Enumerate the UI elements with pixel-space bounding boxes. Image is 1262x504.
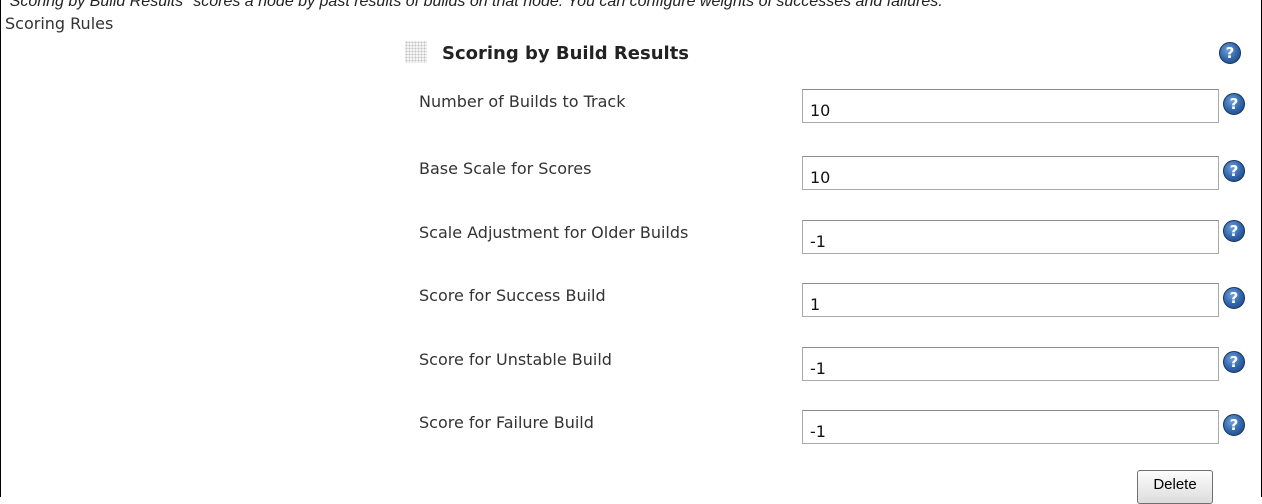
section-label: Scoring Rules <box>5 14 114 33</box>
delete-button[interactable]: Delete <box>1137 470 1213 504</box>
help-icon[interactable]: ? <box>1223 414 1245 436</box>
config-panel: "Scoring by Build Results" scores a node… <box>0 0 1262 504</box>
scale-adjustment-input[interactable] <box>802 220 1219 254</box>
help-icon[interactable]: ? <box>1223 93 1245 115</box>
success-score-input[interactable] <box>802 283 1219 317</box>
descriptor-description: "Scoring by Build Results" scores a node… <box>4 0 943 10</box>
help-icon[interactable]: ? <box>1223 351 1245 373</box>
builds-to-track-input[interactable] <box>802 89 1219 123</box>
base-scale-input[interactable] <box>802 156 1219 190</box>
help-icon[interactable]: ? <box>1219 42 1241 64</box>
field-label-scale-adjustment: Scale Adjustment for Older Builds <box>419 223 689 242</box>
descriptor-title: Scoring by Build Results <box>442 43 690 64</box>
field-label-success-score: Score for Success Build <box>419 286 606 305</box>
help-icon[interactable]: ? <box>1223 160 1245 182</box>
field-label-base-scale: Base Scale for Scores <box>419 159 592 178</box>
help-icon[interactable]: ? <box>1223 220 1245 242</box>
help-icon[interactable]: ? <box>1223 287 1245 309</box>
drag-handle-icon[interactable] <box>405 41 427 63</box>
unstable-score-input[interactable] <box>802 347 1219 381</box>
field-label-failure-score: Score for Failure Build <box>419 413 594 432</box>
field-label-unstable-score: Score for Unstable Build <box>419 350 612 369</box>
field-label-builds-to-track: Number of Builds to Track <box>419 92 626 111</box>
failure-score-input[interactable] <box>802 410 1219 444</box>
